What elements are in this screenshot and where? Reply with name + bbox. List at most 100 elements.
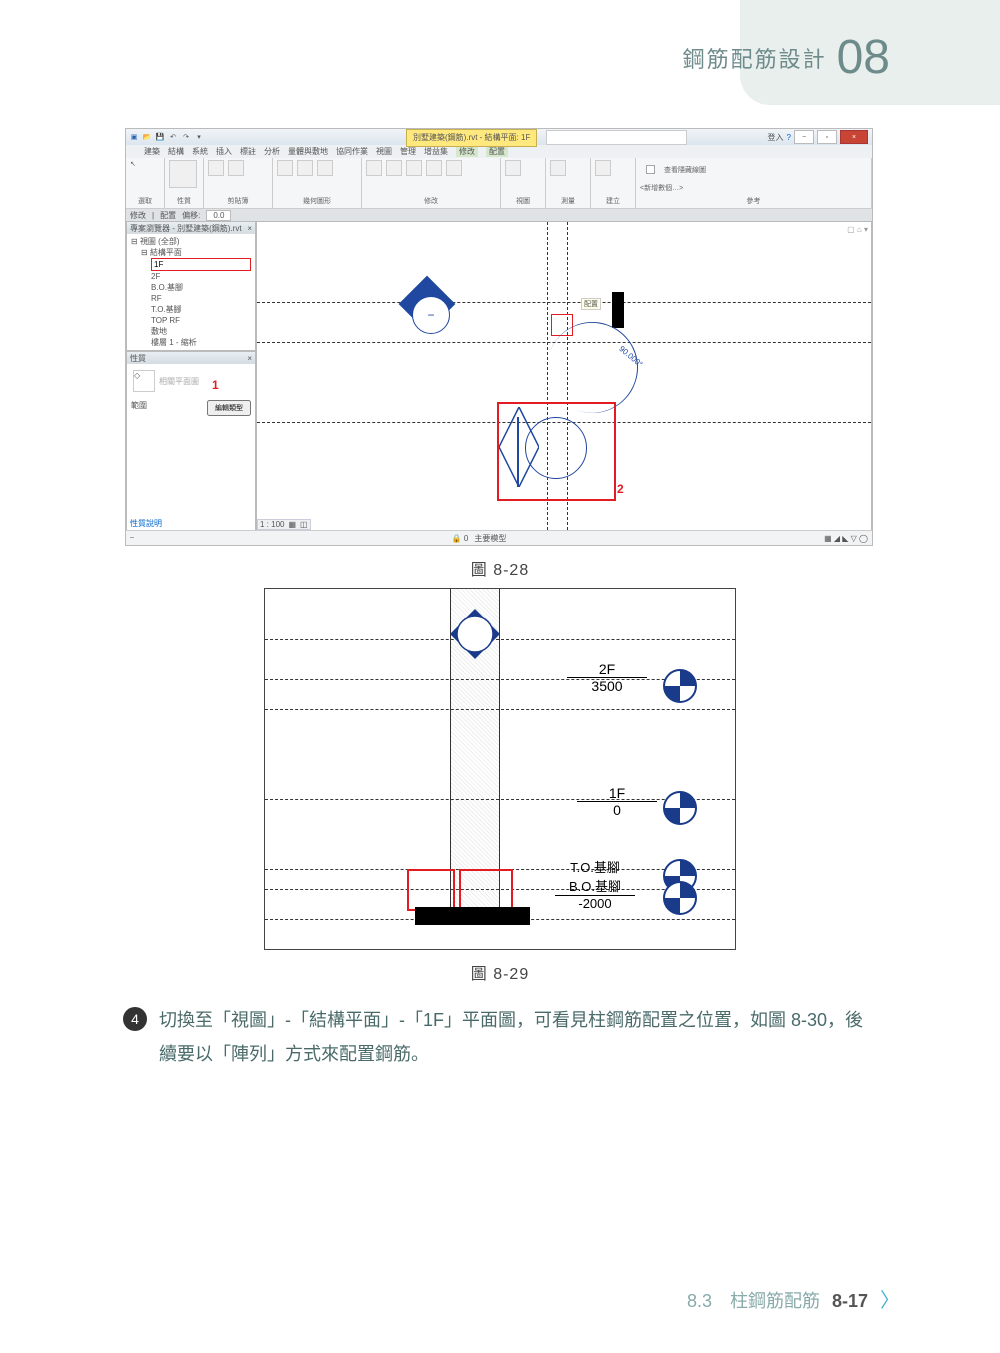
level-1f-symbol — [663, 791, 697, 825]
figure-8-28-caption: 圖 8-28 — [0, 556, 1000, 580]
tab-addins[interactable]: 增益集 — [424, 146, 448, 157]
save-icon[interactable]: 💾 — [154, 130, 166, 144]
ribbon-group-geometry: 幾何圖形 — [273, 158, 362, 208]
callout-2: 2 — [617, 482, 624, 496]
drawing-canvas[interactable]: ▢ ⌂ ▾ − 配置 90.000° 2 — [256, 221, 872, 531]
status-icons-left[interactable]: 🔒 0 — [452, 534, 469, 543]
offset-value[interactable]: 0.0 — [206, 210, 231, 221]
status-bar: ⎯ 🔒 0 主要模型 ▦ ◢ ◣ ▽ ◯ — [126, 530, 872, 545]
tab-collab[interactable]: 協同作業 — [336, 146, 368, 157]
tree-item-1f[interactable]: 1F — [151, 258, 251, 271]
panel-close-icon[interactable]: × — [247, 354, 252, 363]
tab-modify[interactable]: 修改 — [456, 146, 478, 157]
status-model-label[interactable]: 主要模型 — [474, 533, 506, 544]
browser-tree[interactable]: ⊟ 視圖 (全部) ⊟ 結構平面 1F 2F B.O.基腳 RF T.O.基腳 … — [127, 234, 255, 350]
tab-annot[interactable]: 標註 — [240, 146, 256, 157]
offset-label: 偏移: — [182, 210, 200, 221]
tab-struct[interactable]: 結構 — [168, 146, 184, 157]
cut-icon[interactable] — [297, 160, 313, 176]
paste-icon[interactable] — [208, 160, 224, 176]
tab-arch[interactable]: 建築 — [144, 146, 160, 157]
rotate-icon[interactable] — [386, 160, 402, 176]
maximize-button[interactable]: ▫ — [817, 130, 837, 144]
figure-8-29-caption: 圖 8-29 — [0, 960, 1000, 984]
tree-group[interactable]: ⊟ 結構平面 — [131, 247, 251, 258]
move-icon[interactable] — [366, 160, 382, 176]
ribbon-group-select: ↖ 選取 — [126, 158, 165, 208]
panel-close-icon[interactable]: × — [247, 224, 252, 233]
ribbon-group-reference: 查看隱藏線圖 <新增數個…> 參考 — [636, 158, 872, 208]
properties-help-link[interactable]: 性質說明 — [130, 519, 162, 528]
open-icon[interactable]: 📂 — [141, 130, 153, 144]
close-button[interactable]: × — [840, 130, 868, 144]
rebar-direction-icon — [499, 407, 539, 487]
type-selector-icon[interactable]: ◇ — [133, 370, 155, 392]
tab-manage[interactable]: 管理 — [400, 146, 416, 157]
tree-root[interactable]: ⊟ 視圖 (全部) — [131, 236, 251, 247]
new-plane-combo[interactable]: <新增數個…> — [640, 185, 683, 192]
document-title: 別墅建築(鋼筋).rvt - 結構平面: 1F — [406, 129, 537, 147]
tab-place[interactable]: 配置 — [486, 146, 508, 157]
tree-item-toprf[interactable]: TOP RF — [151, 315, 251, 326]
view-icon1[interactable] — [505, 160, 521, 176]
mirror-icon[interactable] — [406, 160, 422, 176]
edit-type-button[interactable]: 編輯類型 — [207, 400, 251, 416]
minimize-button[interactable]: − — [794, 130, 814, 144]
detail-level-icon[interactable]: ▦ — [288, 520, 296, 529]
tree-item-bo[interactable]: B.O.基腳 — [151, 282, 251, 293]
tree-item-rf[interactable]: RF — [151, 293, 251, 304]
view-control-bar[interactable]: 1 : 100 ▦ ◫ — [257, 519, 311, 530]
app-menu-icon[interactable]: ▣ — [128, 130, 140, 144]
f29-grid-bubble — [450, 609, 500, 664]
chapter-title: 鋼筋配筋設計 — [683, 42, 827, 74]
tree-item-floor1[interactable]: 樓層 1 - 縮析 — [151, 337, 251, 348]
ribbon-group-properties: 性質 — [165, 158, 204, 208]
login-link[interactable]: 登入 — [768, 132, 784, 143]
ribbon-group-create: 建立 — [591, 158, 636, 208]
section-label: 8.3 柱鋼筋配筋 — [687, 1287, 820, 1313]
hidden-line-label: 查看隱藏線圖 — [664, 165, 706, 175]
pointer-icon[interactable]: ↖ — [130, 160, 136, 168]
status-filter-icons[interactable]: ▦ ◢ ◣ ▽ ◯ — [824, 534, 868, 543]
continue-arrow-icon: 〉 — [880, 1284, 900, 1313]
copy-icon[interactable] — [228, 160, 244, 176]
tab-view[interactable]: 視圖 — [376, 146, 392, 157]
tab-mass[interactable]: 量體與敷地 — [288, 146, 328, 157]
tab-analyze[interactable]: 分析 — [264, 146, 280, 157]
help-search-input[interactable] — [546, 130, 687, 145]
array-icon[interactable] — [426, 160, 442, 176]
f29-grid-top — [265, 639, 735, 640]
create-icon[interactable] — [595, 160, 611, 176]
visual-style-icon[interactable]: ◫ — [300, 520, 308, 529]
hidden-line-checkbox[interactable] — [646, 165, 655, 174]
join-icon[interactable] — [317, 160, 333, 176]
help-icon[interactable]: ? — [787, 133, 791, 142]
ribbon-group-modify: 修改 — [362, 158, 501, 208]
undo-icon[interactable]: ↶ — [167, 130, 179, 144]
trim-icon[interactable] — [446, 160, 462, 176]
page-header: 鋼筋配筋設計 08 — [683, 30, 890, 85]
redo-icon[interactable]: ↷ — [180, 130, 192, 144]
type-selector-label[interactable]: 相關平面圖 — [159, 376, 199, 387]
step-4-badge: 4 — [123, 1007, 147, 1031]
level-2f-symbol — [663, 669, 697, 703]
rebar-highlight-right — [459, 869, 513, 911]
footing — [415, 907, 530, 925]
wall-solid — [612, 292, 624, 328]
measure-icon[interactable] — [550, 160, 566, 176]
tree-item-site[interactable]: 敷地 — [151, 326, 251, 337]
tree-item-2f[interactable]: 2F — [151, 271, 251, 282]
tree-item-to[interactable]: T.O.基腳 — [151, 304, 251, 315]
level-2f-label: 2F 3500 — [567, 661, 647, 694]
cope-icon[interactable] — [277, 160, 293, 176]
properties-icon[interactable] — [169, 160, 197, 188]
grid-bubble-round: − — [412, 296, 450, 334]
qat-more-icon[interactable]: ▾ — [193, 130, 205, 144]
tab-insert[interactable]: 插入 — [216, 146, 232, 157]
optbar-place: 配置 — [160, 210, 176, 221]
tab-sys[interactable]: 系統 — [192, 146, 208, 157]
project-browser-title: 專案瀏覽器 - 別墅建築(鋼筋).rvt× — [127, 222, 255, 234]
view-nav-icons[interactable]: ▢ ⌂ ▾ — [847, 225, 868, 234]
scale-display[interactable]: 1 : 100 — [260, 520, 284, 529]
figure-8-29: 2F 3500 1F 0 T.O.基腳 B.O.基腳 -2000 — [264, 588, 736, 950]
